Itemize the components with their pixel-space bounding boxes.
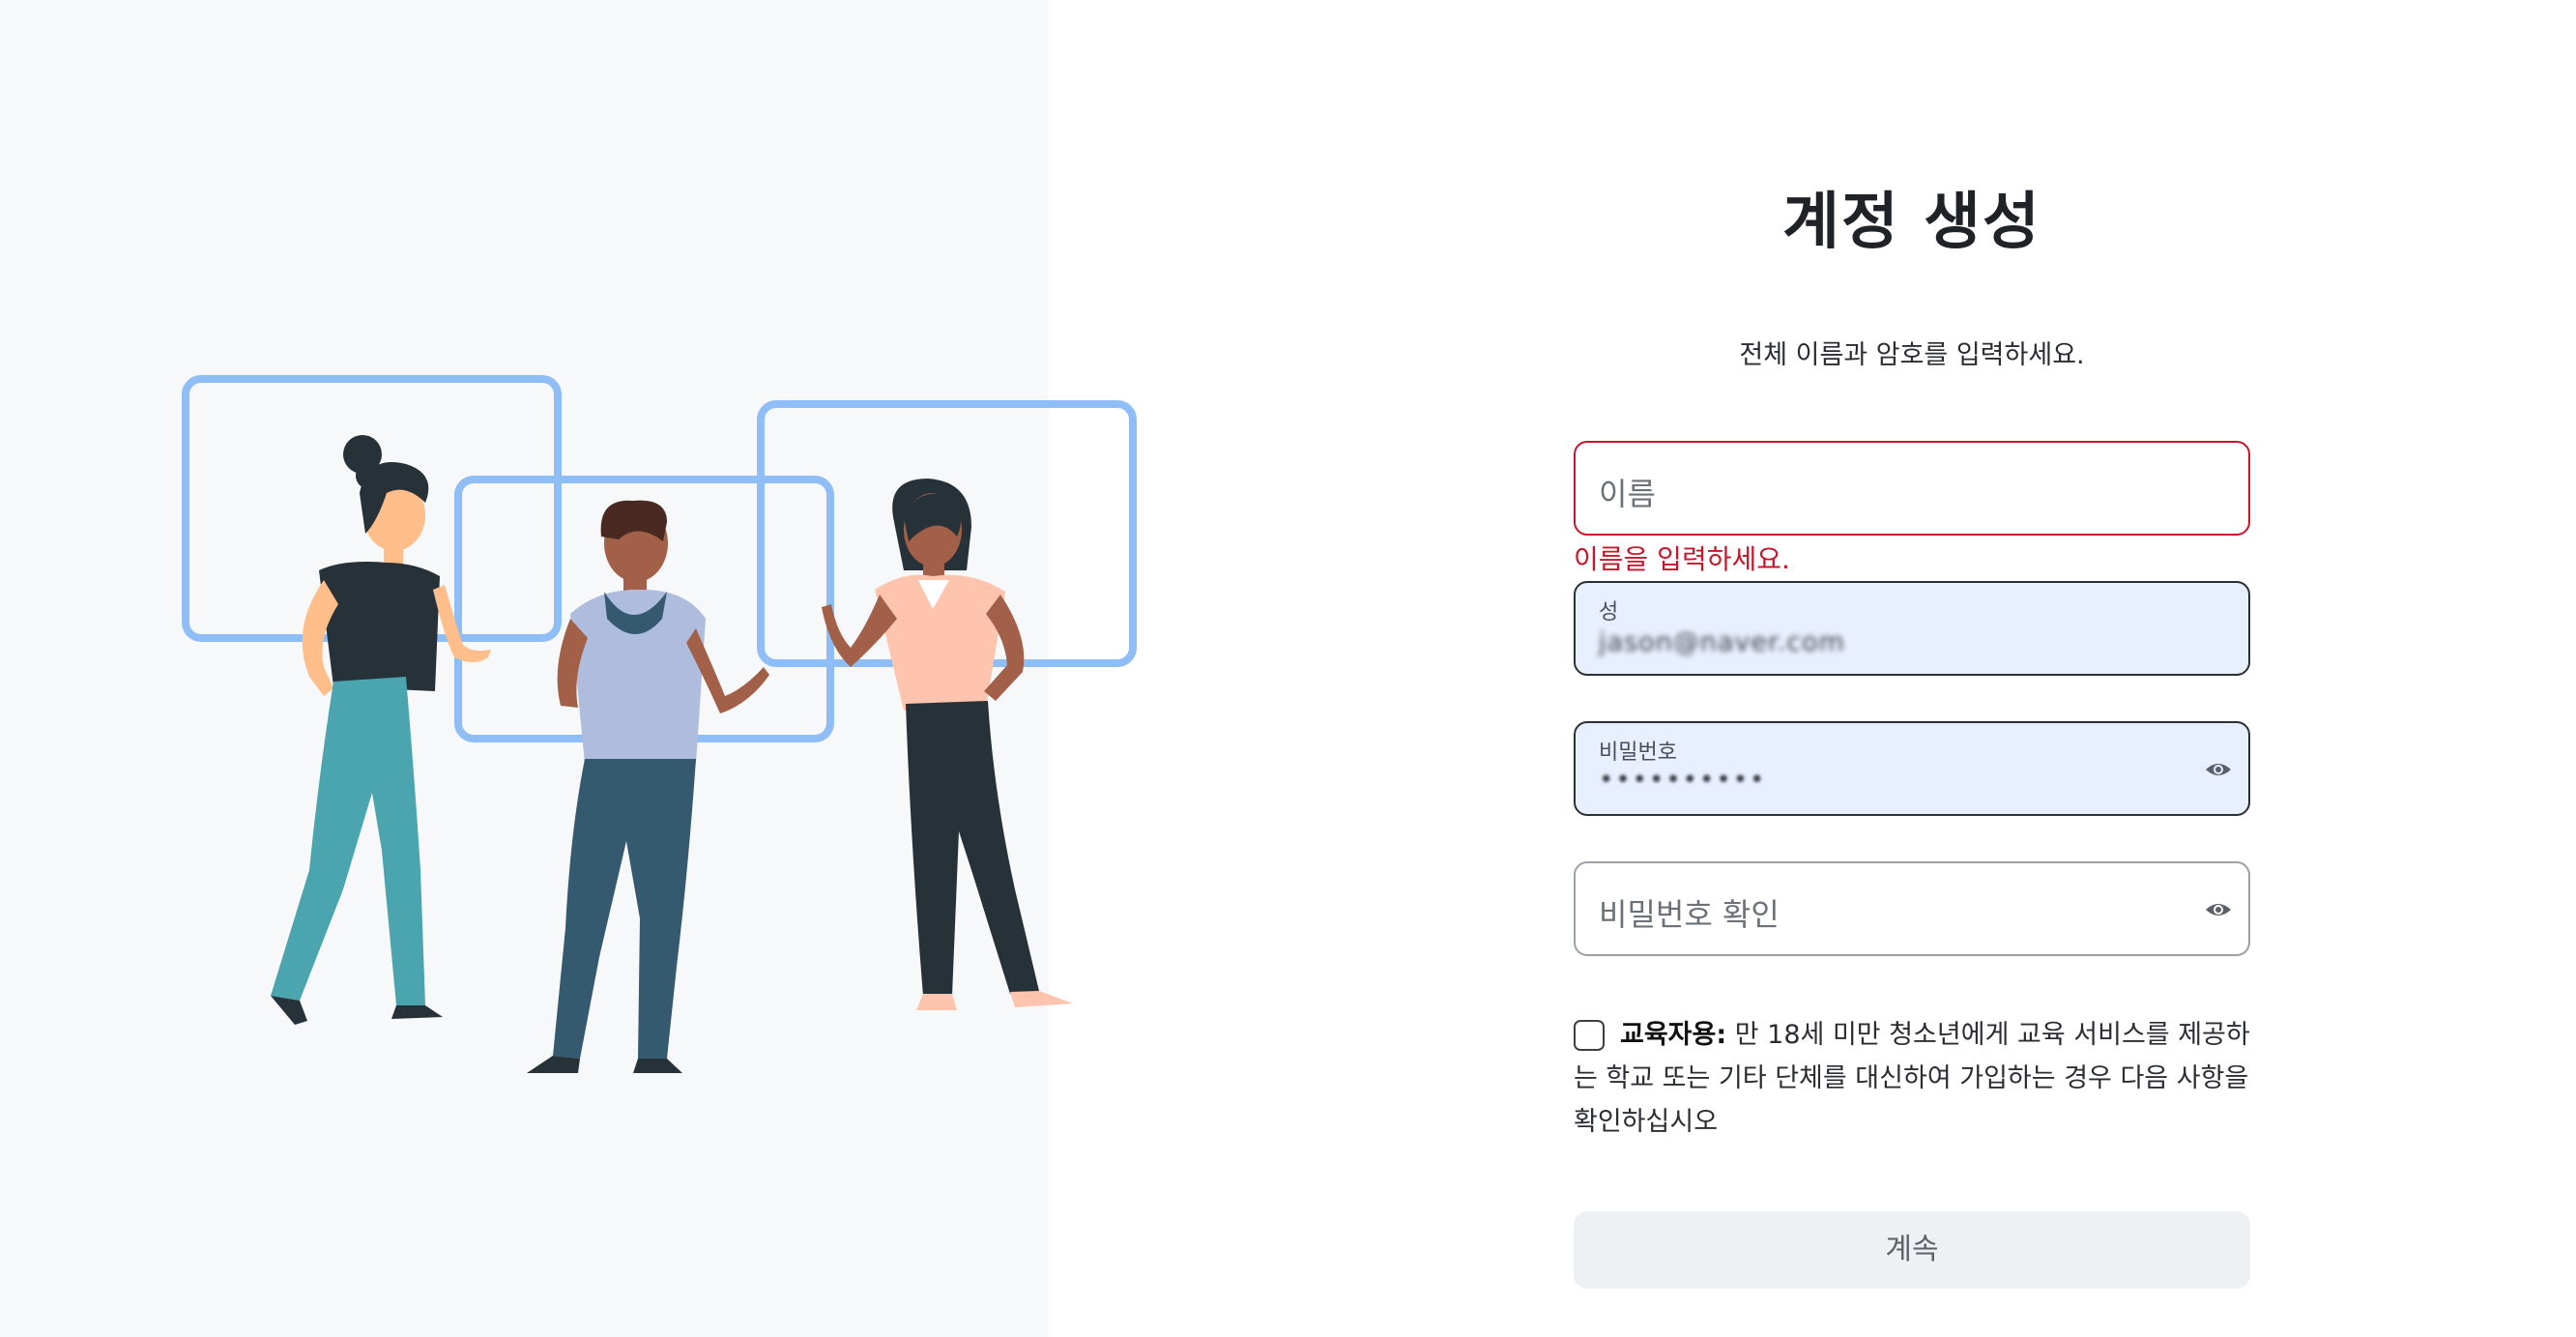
password-value: ••••••••••	[1599, 766, 1767, 795]
person-middle	[527, 500, 769, 1073]
password-confirm-field[interactable]: 비밀번호 확인	[1574, 861, 2250, 956]
password-confirm-placeholder: 비밀번호 확인	[1599, 896, 1780, 933]
first-name-field[interactable]: 이름	[1574, 441, 2250, 536]
page-subtitle: 전체 이름과 암호를 입력하세요.	[1739, 340, 2085, 370]
password-field[interactable]: 비밀번호 ••••••••••	[1574, 721, 2250, 816]
last-name-field[interactable]: 성 jason@naver.com	[1574, 581, 2250, 676]
page-title: 계정 생성	[1782, 187, 2041, 258]
person-right	[822, 479, 1073, 1010]
continue-button[interactable]: 계속	[1574, 1211, 2250, 1289]
educator-label: 교육자용:	[1620, 1020, 1727, 1050]
password-label: 비밀번호	[1599, 741, 1677, 765]
eye-icon[interactable]	[2204, 756, 2233, 783]
eye-icon[interactable]	[2204, 896, 2233, 923]
first-name-error: 이름을 입력하세요.	[1574, 543, 1790, 575]
educator-description: 교육자용: 만 18세 미만 청소년에게 교육 서비스를 제공하는 학교 또는 …	[1574, 1013, 2250, 1144]
first-name-placeholder: 이름	[1599, 476, 1656, 512]
team-illustration	[182, 375, 1137, 1073]
last-name-value: jason@naver.com	[1599, 627, 1845, 657]
last-name-label: 성	[1599, 600, 1619, 625]
